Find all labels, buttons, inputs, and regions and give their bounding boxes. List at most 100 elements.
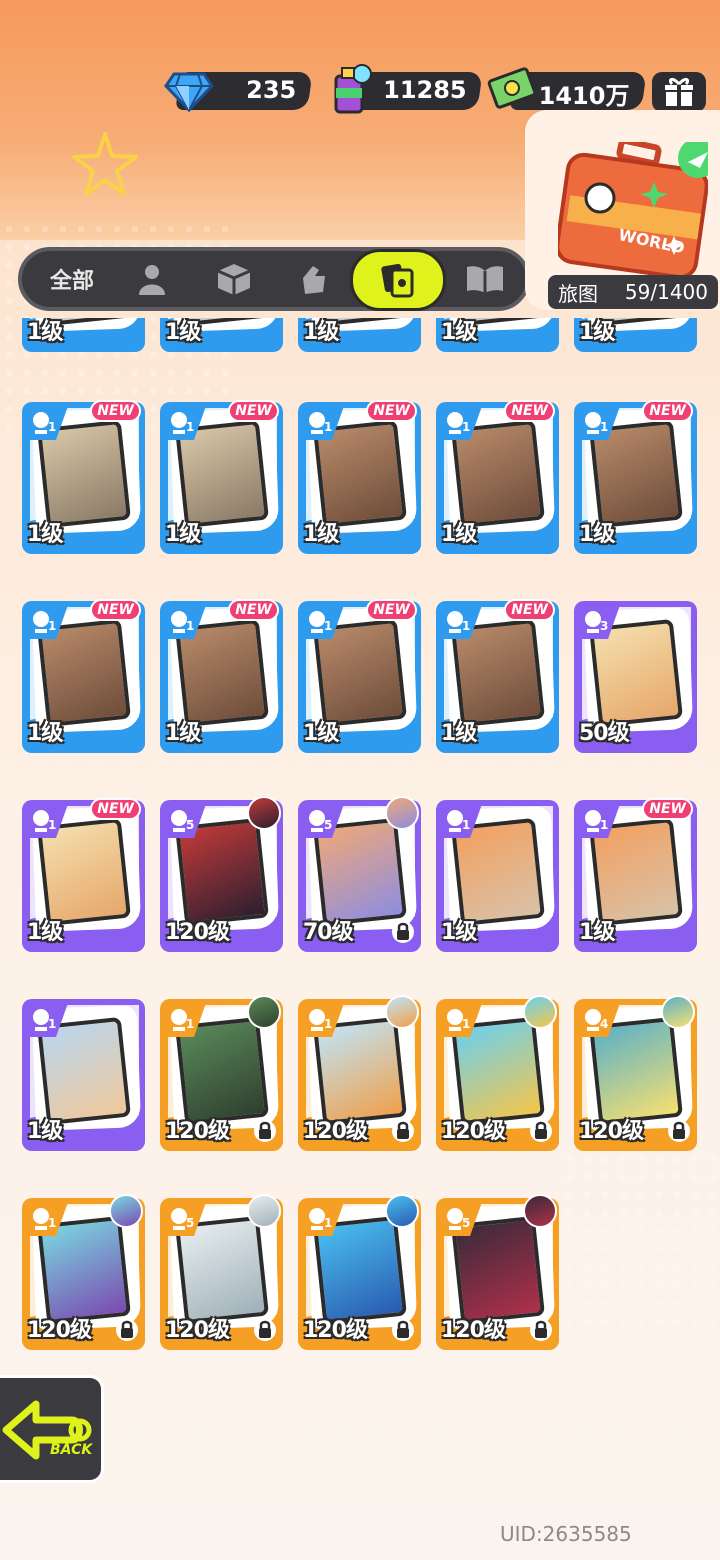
- card-edge: [691, 601, 697, 753]
- card-level: 120级: [441, 1119, 506, 1144]
- hand-icon: [303, 266, 325, 294]
- new-badge: NEW: [366, 400, 417, 422]
- card-level: 1级: [303, 522, 339, 547]
- cash-icon: [487, 67, 537, 109]
- tab-box[interactable]: [212, 257, 256, 301]
- card-type-icon: [302, 1003, 344, 1037]
- cash-value: 1410万: [538, 82, 630, 110]
- collection-card[interactable]: 1 120级: [22, 1194, 145, 1350]
- person-icon: [139, 265, 165, 295]
- collection-card[interactable]: 1 1级 NEW: [574, 400, 697, 554]
- card-type-icon: [164, 1003, 206, 1037]
- star-doodle-icon: [72, 132, 138, 196]
- card-edge: [691, 402, 697, 554]
- card-level: 1级: [441, 320, 477, 345]
- card-edge: [139, 601, 145, 753]
- card-level: 1级: [303, 721, 339, 746]
- lock-icon: [530, 1319, 552, 1341]
- card-level: 120级: [165, 1119, 230, 1144]
- collection-card[interactable]: 5 120级: [160, 796, 283, 952]
- collection-card[interactable]: 1 120级: [298, 1194, 421, 1350]
- world-map-widget[interactable]: WORLD 旅图 59/1400: [525, 110, 720, 310]
- gift-button[interactable]: [652, 72, 706, 112]
- collection-card[interactable]: 1 1级 NEW: [22, 400, 145, 554]
- character-avatar: [247, 1194, 281, 1228]
- character-avatar: [385, 995, 419, 1029]
- lock-icon: [668, 1120, 690, 1142]
- tab-all[interactable]: 全部: [42, 257, 102, 301]
- card-edge: [139, 402, 145, 554]
- card-type-icon: [578, 1003, 620, 1037]
- card-count: 1: [48, 420, 57, 434]
- collection-card[interactable]: 5 70级: [298, 796, 421, 952]
- new-badge: NEW: [642, 400, 693, 422]
- collection-card[interactable]: 5 120级: [436, 1194, 559, 1350]
- collection-card[interactable]: 1 1级 NEW: [22, 599, 145, 753]
- card-level: 120级: [165, 1318, 230, 1343]
- card-count: 1: [48, 818, 57, 832]
- card-type-icon: [302, 605, 344, 639]
- world-label: 旅图: [558, 281, 598, 306]
- lock-icon: [254, 1319, 276, 1341]
- collection-card[interactable]: 1 1级 NEW: [436, 400, 559, 554]
- new-badge: NEW: [642, 798, 693, 820]
- new-badge: NEW: [228, 400, 279, 422]
- card-count: 3: [600, 619, 609, 633]
- card-count: 1: [600, 420, 609, 434]
- card-edge: [553, 402, 559, 554]
- tab-hand[interactable]: [292, 257, 336, 301]
- card-count: 1: [462, 420, 471, 434]
- collection-card[interactable]: 1 1级 NEW: [22, 798, 145, 952]
- card-count: 1: [324, 1017, 333, 1031]
- tab-character[interactable]: [130, 257, 174, 301]
- card-type-icon: [302, 406, 344, 440]
- collection-card[interactable]: 1 1级 NEW: [160, 400, 283, 554]
- card-level: 1级: [27, 522, 63, 547]
- collection-card[interactable]: 1 1级 NEW: [298, 599, 421, 753]
- card-count: 1: [600, 818, 609, 832]
- collection-card[interactable]: 1 1级 NEW: [160, 599, 283, 753]
- collection-card[interactable]: 1 1级: [22, 999, 145, 1151]
- collection-card[interactable]: 1 1级: [436, 800, 559, 952]
- card-edge: [415, 402, 421, 554]
- lock-icon: [530, 1120, 552, 1142]
- card-count: 5: [324, 818, 333, 832]
- card-count: 1: [186, 420, 195, 434]
- card-type-icon: [440, 1003, 482, 1037]
- card-level: 120级: [303, 1318, 368, 1343]
- card-type-icon: [578, 605, 620, 639]
- lock-icon: [392, 1120, 414, 1142]
- card-level: 120级: [579, 1119, 644, 1144]
- card-count: 1: [324, 619, 333, 633]
- tab-book[interactable]: [460, 257, 510, 301]
- category-tabs: 全部: [18, 247, 530, 311]
- diamond-value: 235: [246, 76, 297, 104]
- collection-card[interactable]: 4 120级: [574, 995, 697, 1151]
- suitcase-icon: WORLD: [558, 142, 708, 277]
- card-type-icon: [26, 1202, 68, 1236]
- card-level: 1级: [27, 920, 63, 945]
- card-edge: [277, 601, 283, 753]
- collection-card[interactable]: 5 120级: [160, 1194, 283, 1350]
- collection-card[interactable]: 1 1级 NEW: [574, 798, 697, 952]
- collection-card[interactable]: 1 1级 NEW: [436, 599, 559, 753]
- back-button[interactable]: BACK: [0, 1375, 104, 1483]
- card-count: 1: [186, 1017, 195, 1031]
- card-edge: [553, 601, 559, 753]
- collection-card[interactable]: 1 120级: [160, 995, 283, 1151]
- card-level: 1级: [303, 320, 339, 345]
- new-badge: NEW: [504, 599, 555, 621]
- card-level: 120级: [441, 1318, 506, 1343]
- tab-cards[interactable]: [350, 249, 446, 311]
- card-type-icon: [164, 1202, 206, 1236]
- card-count: 5: [186, 1216, 195, 1230]
- collection-card[interactable]: 3 50级: [574, 601, 697, 753]
- card-level: 70级: [303, 920, 354, 945]
- book-icon: [467, 266, 503, 293]
- collection-card[interactable]: 1 120级: [436, 995, 559, 1151]
- character-avatar: [247, 796, 281, 830]
- collection-card[interactable]: 1 120级: [298, 995, 421, 1151]
- card-type-icon: [302, 1202, 344, 1236]
- card-level: 50级: [579, 721, 630, 746]
- collection-card[interactable]: 1 1级 NEW: [298, 400, 421, 554]
